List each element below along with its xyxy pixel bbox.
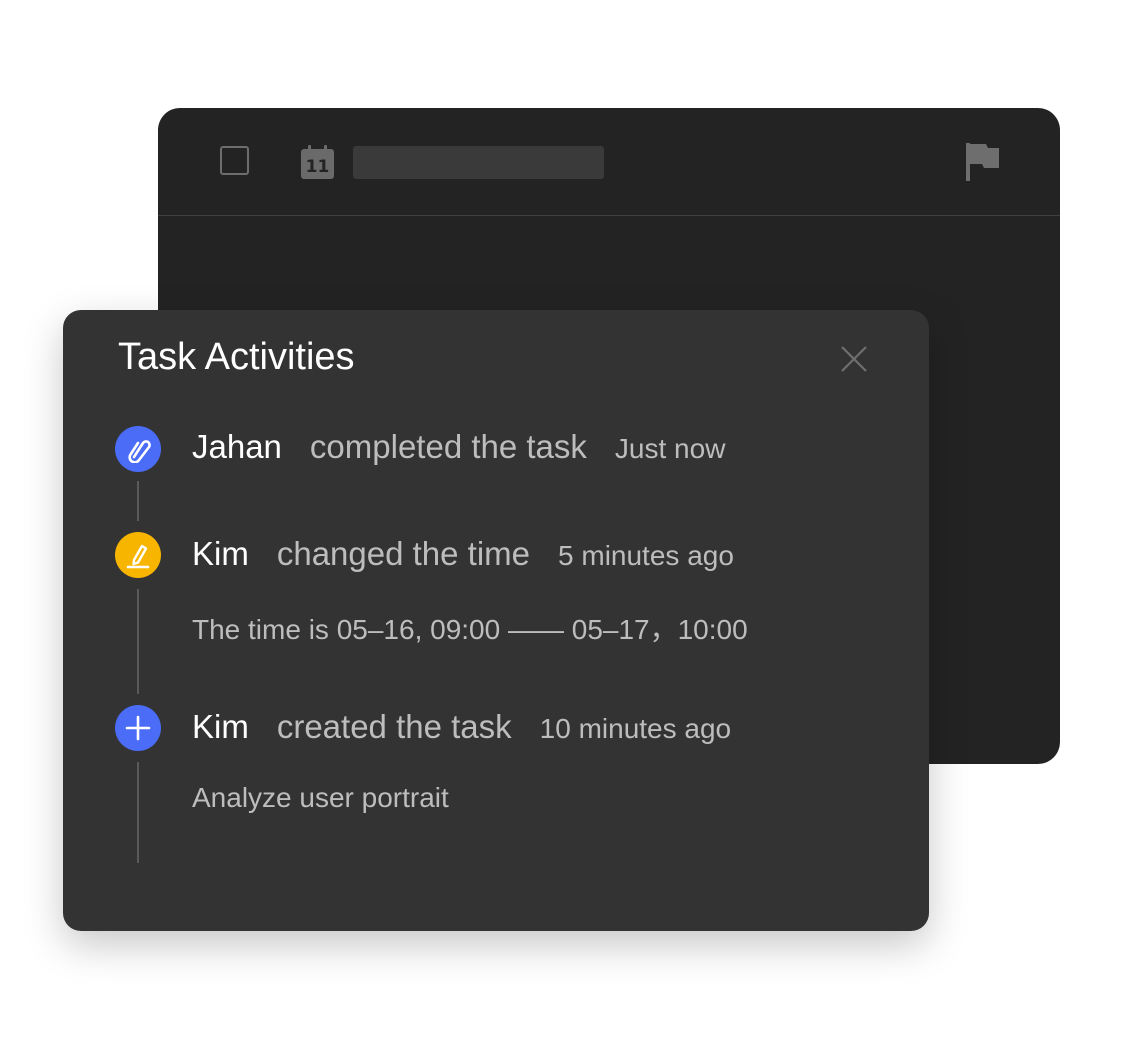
panel-title: Task Activities: [118, 336, 355, 378]
activity-action: changed the time: [276, 535, 531, 572]
attachment-icon: [128, 440, 151, 463]
activity-icon-created: [115, 705, 161, 751]
activity-user: Kim: [192, 535, 249, 572]
plus-icon: [125, 715, 151, 741]
activity-time: 10 minutes ago: [539, 713, 732, 744]
calendar-day-text: 11: [306, 157, 330, 177]
activity-user: Kim: [192, 708, 249, 745]
calendar-icon[interactable]: 11: [301, 145, 334, 179]
timeline-connector: [137, 762, 139, 863]
activity-time: Just now: [614, 433, 726, 464]
task-editor-header: 11: [158, 108, 1060, 216]
timeline-connector: [137, 481, 139, 521]
activity-icon-changed: [115, 532, 161, 578]
flag-icon[interactable]: [964, 143, 1000, 181]
close-icon[interactable]: [840, 345, 868, 373]
pencil-icon: [126, 544, 150, 569]
activity-action: created the task: [276, 708, 512, 745]
activity-item: Jahan completed the task Just now: [192, 428, 725, 466]
activity-item: Kim changed the time 5 minutes ago: [192, 535, 734, 573]
task-activities-panel: Task Activities Jahan completed the task…: [63, 310, 929, 931]
activity-item: Kim created the task 10 minutes ago: [192, 708, 731, 746]
task-title-input[interactable]: [353, 146, 604, 179]
activity-time: 5 minutes ago: [558, 540, 734, 571]
activity-user: Jahan: [192, 428, 282, 465]
activity-detail: Analyze user portrait: [192, 782, 449, 813]
activity-icon-completed: [115, 426, 161, 472]
activity-action: completed the task: [309, 428, 587, 465]
complete-checkbox[interactable]: [220, 146, 249, 175]
activity-detail: The time is 05–16, 09:00 —— 05–17，10:00: [192, 614, 748, 645]
timeline-connector: [137, 589, 139, 694]
